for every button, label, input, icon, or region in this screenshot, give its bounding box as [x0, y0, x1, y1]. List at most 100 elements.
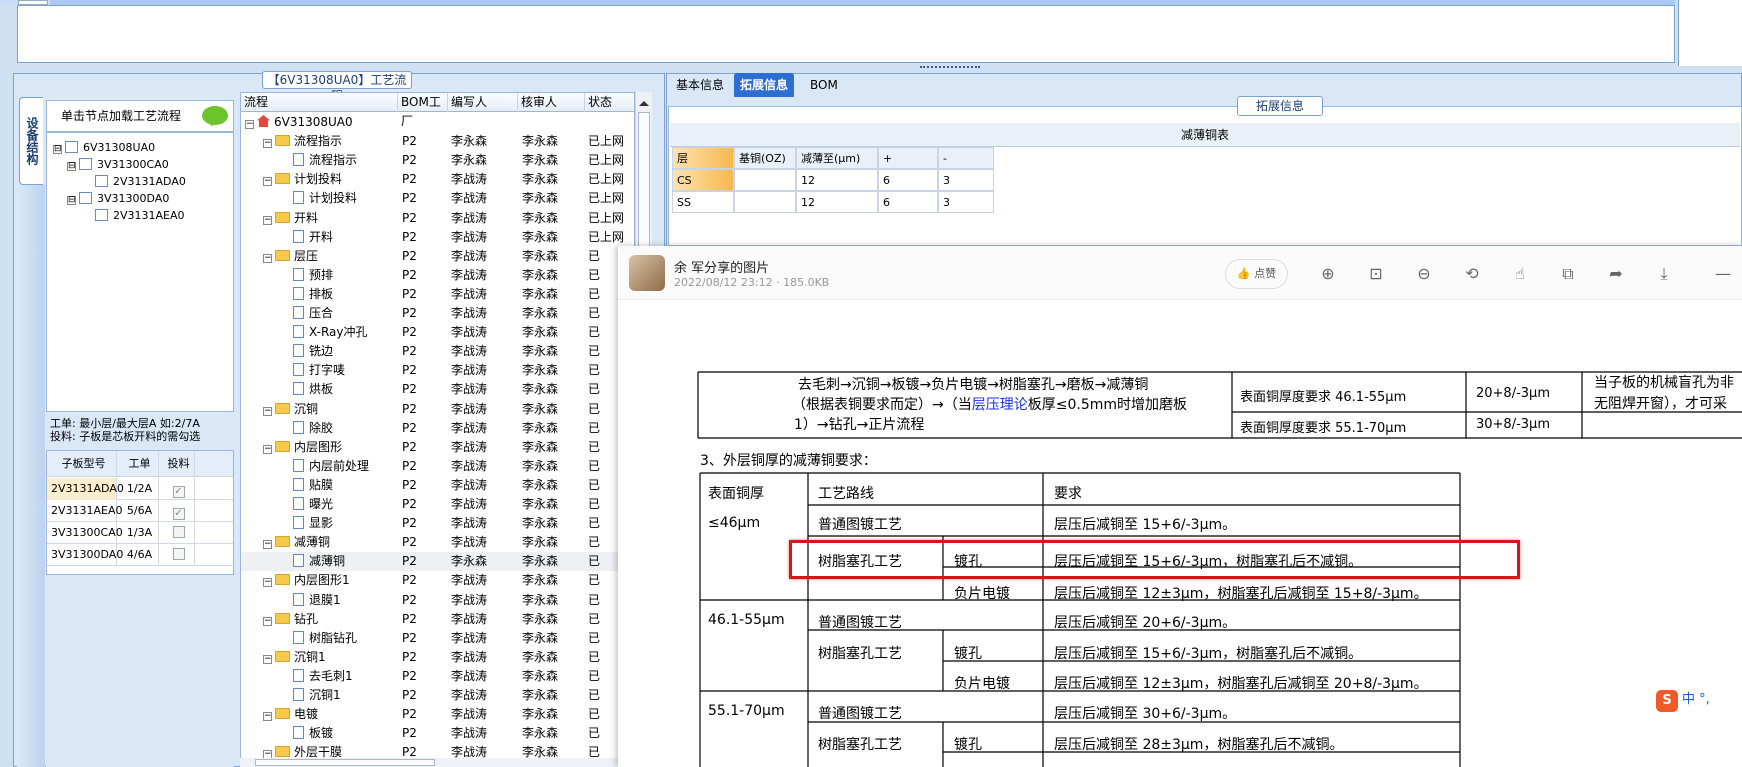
collapse-icon[interactable]: − [263, 578, 272, 588]
process-row[interactable]: − 开料 P2 李战涛 李永森 已上网 [241, 209, 634, 228]
process-row[interactable]: − 计划投料 P2 李战涛 李永森 已上网 [241, 170, 634, 189]
splitter-grip-icon[interactable] [920, 66, 980, 71]
splitter[interactable] [0, 66, 1742, 72]
column-header[interactable]: BOM工厂 [398, 93, 448, 128]
cell-thin-to[interactable]: 12 [796, 169, 878, 191]
column-header[interactable]: 编写人 [448, 93, 518, 112]
hand-icon[interactable]: ☝ [1509, 263, 1531, 285]
collapse-icon[interactable]: − [263, 253, 272, 263]
cell-plus[interactable]: 6 [878, 169, 938, 191]
collapse-icon[interactable]: − [263, 654, 272, 664]
collapse-icon[interactable]: − [263, 406, 272, 416]
chat-bubble-icon[interactable] [202, 106, 228, 125]
table-row[interactable]: 3V31300CA0 1/3A [47, 522, 233, 544]
cell-base-copper[interactable] [734, 191, 796, 213]
cell-layer[interactable]: CS [672, 169, 734, 191]
tree-node[interactable]: 2V3131AEA0 [95, 207, 185, 224]
process-row[interactable]: − 钻孔 P2 李战涛 李永森已 [241, 610, 634, 629]
feed-checkbox[interactable] [172, 548, 185, 560]
table-row[interactable]: SS 12 6 3 [672, 191, 994, 213]
process-row[interactable]: 烘板 P2 李战涛 李永森已 [241, 380, 634, 399]
avatar[interactable] [629, 255, 665, 291]
feed-checkbox[interactable]: ✓ [172, 508, 185, 520]
process-row[interactable]: 压合 P2 李战涛 李永森已 [241, 304, 634, 323]
process-row[interactable]: 计划投料 P2 李战涛 李永森 已上网 [241, 189, 634, 208]
process-row[interactable]: 减薄铜 P2 李永森 李永森已 [241, 552, 634, 572]
column-header[interactable]: 流程 [241, 93, 398, 112]
process-row[interactable]: − 流程指示 P2 李永森 李永森 已上网 [241, 132, 634, 151]
like-button[interactable]: 👍 点赞 [1225, 259, 1288, 289]
cell-layer[interactable]: SS [672, 191, 734, 213]
process-row[interactable]: − 层压 P2 李战涛 李永森已 [241, 247, 634, 266]
tree-node[interactable]: ⊟ 6V31308UA0 [53, 139, 155, 156]
collapse-icon[interactable]: ⊟ [67, 162, 76, 171]
process-row[interactable]: − 沉铜 P2 李战涛 李永森已 [241, 400, 634, 419]
minimize-icon[interactable]: — [1712, 263, 1734, 285]
cell-order[interactable]: 1/3A [117, 522, 159, 544]
tree-node[interactable]: 2V3131ADA0 [95, 173, 186, 190]
cell-order[interactable]: 5/6A [117, 500, 159, 522]
process-row[interactable]: 打字唛 P2 李战涛 李永森已 [241, 361, 634, 380]
process-row[interactable]: − 内层图形1 P2 李战涛 李永森已 [241, 571, 634, 590]
zoom-in-icon[interactable]: ⊕ [1317, 263, 1339, 285]
collapse-icon[interactable]: ⊟ [67, 196, 76, 205]
zoom-out-icon[interactable]: ⊖ [1413, 263, 1435, 285]
tab-extended-info[interactable]: 拓展信息 [734, 73, 795, 97]
process-row[interactable]: 预排 P2 李战涛 李永森已 [241, 266, 634, 285]
process-row[interactable]: 沉铜1 P2 李战涛 李永森已 [241, 686, 634, 705]
collapse-icon[interactable]: − [263, 177, 272, 187]
collapse-icon[interactable]: ⊟ [53, 145, 62, 154]
process-row[interactable]: 树脂钻孔 P2 李战涛 李永森已 [241, 629, 634, 648]
scroll-up-icon[interactable] [639, 96, 649, 106]
crop-icon[interactable]: ⧉ [1557, 263, 1579, 285]
process-row[interactable]: − 沉铜1 P2 李战涛 李永森已 [241, 648, 634, 667]
process-row[interactable]: 曝光 P2 李战涛 李永森已 [241, 495, 634, 514]
tab-bom[interactable]: BOM [804, 73, 844, 97]
tree-node[interactable]: ⊟ 3V31300CA0 [67, 156, 169, 173]
column-header[interactable]: + [878, 147, 938, 169]
collapse-icon[interactable]: − [263, 139, 272, 149]
collapse-icon[interactable]: − [263, 215, 272, 225]
cell-order[interactable]: 1/2A [117, 478, 159, 500]
table-row[interactable]: 3V31300DA0 4/6A [47, 544, 233, 566]
process-row[interactable]: 去毛刺1 P2 李战涛 李永森已 [241, 667, 634, 686]
cell-order[interactable]: 4/6A [117, 544, 159, 566]
process-row[interactable]: 除胶 P2 李战涛 李永森已 [241, 419, 634, 438]
column-header[interactable]: - [938, 147, 994, 169]
column-header[interactable]: 减薄至(μm) [796, 147, 878, 169]
horizontal-scrollbar[interactable] [240, 758, 635, 767]
ime-toolbar[interactable]: S 中 °, [1656, 687, 1742, 713]
cell-minus[interactable]: 3 [938, 191, 994, 213]
collapse-icon[interactable]: − [245, 120, 254, 129]
column-header[interactable]: 核审人 [518, 93, 585, 112]
download-icon[interactable]: ⤓ [1653, 263, 1675, 285]
cell-plus[interactable]: 6 [878, 191, 938, 213]
process-row[interactable]: − 减薄铜 P2 李战涛 李永森已 [241, 533, 634, 552]
process-row[interactable]: X-Ray冲孔 P2 李战涛 李永森已 [241, 323, 634, 342]
process-row[interactable]: 退膜1 P2 李战涛 李永森已 [241, 591, 634, 610]
share-icon[interactable]: ➦ [1605, 263, 1627, 285]
column-header[interactable]: 子板型号 [47, 451, 117, 477]
cell-minus[interactable]: 3 [938, 169, 994, 191]
scroll-thumb[interactable] [255, 759, 435, 766]
process-row[interactable]: 开料 P2 李战涛 李永森 已上网 [241, 228, 634, 247]
collapse-icon[interactable]: − [263, 616, 272, 626]
table-row[interactable]: 2V3131ADA0 1/2A ✓ [47, 478, 233, 500]
collapse-icon[interactable]: − [263, 540, 272, 550]
process-row[interactable]: 流程指示 P2 李永森 李永森 已上网 [241, 151, 634, 170]
tab-device-structure[interactable]: 设备结构 [19, 97, 43, 185]
table-row[interactable]: CS 12 6 3 [672, 169, 994, 191]
table-row[interactable]: 2V3131AEA0 5/6A ✓ [47, 500, 233, 522]
column-header[interactable]: 投料 [159, 451, 195, 477]
process-row[interactable]: − 电镀 P2 李战涛 李永森已 [241, 705, 634, 724]
collapse-icon[interactable]: − [263, 444, 272, 454]
route-link[interactable]: 层压理论 [972, 397, 1028, 413]
process-row[interactable]: − 6V31308UA0 [241, 113, 634, 132]
process-row[interactable]: 排板 P2 李战涛 李永森已 [241, 285, 634, 304]
process-row[interactable]: − 内层图形 P2 李战涛 李永森已 [241, 438, 634, 457]
column-header[interactable]: 工单 [117, 451, 159, 477]
tree-node[interactable]: ⊟ 3V31300DA0 [67, 190, 169, 207]
cell-thin-to[interactable]: 12 [796, 191, 878, 213]
process-row[interactable]: 显影 P2 李战涛 李永森已 [241, 514, 634, 533]
column-header[interactable]: 层 [672, 147, 734, 169]
